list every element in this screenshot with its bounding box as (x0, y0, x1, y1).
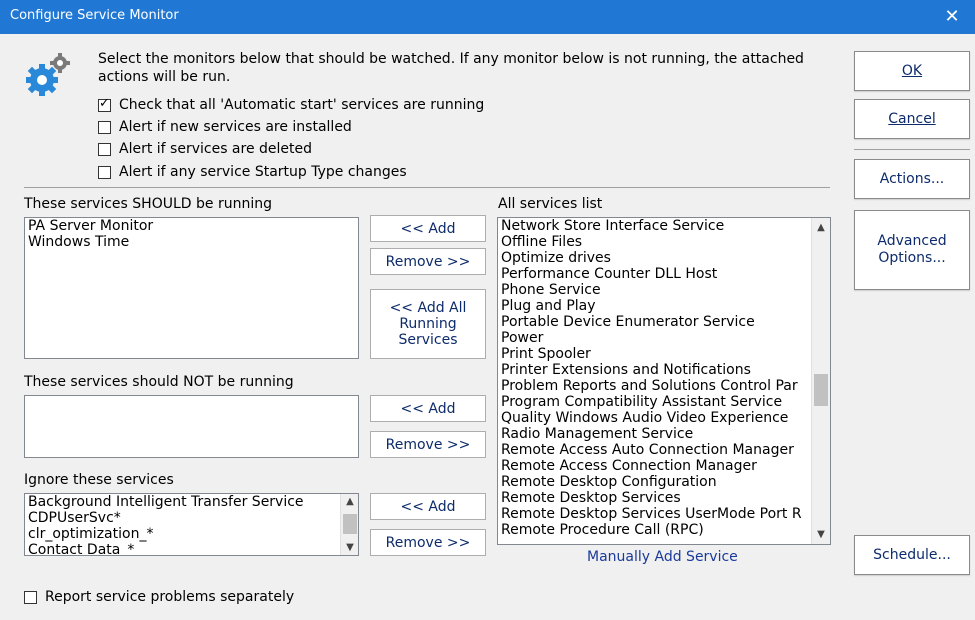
button-label: Actions... (879, 171, 945, 187)
close-icon[interactable]: ✕ (929, 0, 975, 34)
schedule-button[interactable]: Schedule... (854, 535, 970, 575)
checkbox[interactable] (98, 120, 111, 134)
divider (24, 187, 830, 188)
option-automatic-start[interactable]: Check that all 'Automatic start' service… (98, 95, 484, 115)
option-label: Alert if services are deleted (119, 141, 313, 157)
list-item[interactable]: Remote Desktop Configuration (498, 474, 830, 490)
scroll-thumb[interactable] (343, 514, 357, 534)
checkbox[interactable] (24, 590, 37, 604)
list-item[interactable]: Program Compatibility Assistant Service (498, 394, 830, 410)
scroll-down-icon[interactable]: ▼ (341, 542, 358, 553)
should-run-list[interactable]: PA Server Monitor Windows Time (24, 217, 359, 359)
scroll-up-icon[interactable]: ▲ (341, 496, 358, 507)
button-label-line: Options... (878, 250, 946, 266)
checkbox[interactable] (98, 165, 111, 179)
add-all-running-button[interactable]: << Add All Running Services (370, 289, 486, 359)
list-item[interactable]: Power (498, 330, 830, 346)
list-item[interactable]: PA Server Monitor (25, 218, 358, 234)
button-label: << Add (400, 400, 456, 417)
should-run-add-button[interactable]: << Add (370, 215, 486, 242)
list-item[interactable]: Remote Access Auto Connection Manager (498, 442, 830, 458)
button-label: Remove >> (385, 436, 471, 453)
list-item[interactable]: Phone Service (498, 282, 830, 298)
list-item[interactable]: CDPUserSvc* (25, 510, 358, 526)
list-item[interactable]: Background Intelligent Transfer Service (25, 494, 358, 510)
list-item[interactable]: Offline Files (498, 234, 830, 250)
title-bar: Configure Service Monitor ✕ (0, 0, 975, 34)
checkbox[interactable] (98, 96, 111, 112)
list-item[interactable]: Remote Desktop Services UserMode Port R (498, 506, 830, 522)
button-label: << Add (400, 220, 456, 237)
ok-button[interactable]: OK (854, 51, 970, 91)
option-services-deleted[interactable]: Alert if services are deleted (98, 139, 312, 159)
ignore-add-button[interactable]: << Add (370, 493, 486, 520)
manually-add-service-link[interactable]: Manually Add Service (587, 549, 738, 565)
should-run-remove-button[interactable]: Remove >> (370, 248, 486, 275)
actions-button[interactable]: Actions... (854, 159, 970, 199)
window-title: Configure Service Monitor (10, 8, 179, 23)
cancel-button[interactable]: Cancel (854, 99, 970, 139)
button-label: Cancel (888, 111, 936, 127)
all-services-label: All services list (498, 196, 603, 212)
ignore-remove-button[interactable]: Remove >> (370, 529, 486, 556)
should-not-run-remove-button[interactable]: Remove >> (370, 431, 486, 458)
intro-text: Select the monitors below that should be… (98, 51, 804, 85)
divider (854, 149, 970, 150)
list-item[interactable]: Optimize drives (498, 250, 830, 266)
all-services-scrollbar[interactable]: ▲ ▼ (811, 218, 830, 544)
list-item[interactable]: Radio Management Service (498, 426, 830, 442)
button-label: OK (901, 63, 923, 79)
list-item[interactable]: Remote Access Connection Manager (498, 458, 830, 474)
list-item[interactable]: Printer Extensions and Notifications (498, 362, 830, 378)
gear-icon (26, 53, 70, 96)
should-not-run-add-button[interactable]: << Add (370, 395, 486, 422)
option-label: Check that all 'Automatic start' service… (119, 97, 485, 113)
should-not-run-list[interactable] (24, 395, 359, 458)
option-label: Report service problems separately (45, 589, 295, 605)
button-label: Schedule... (873, 547, 951, 563)
should-not-run-label: These services should NOT be running (24, 374, 294, 390)
scroll-thumb[interactable] (814, 374, 828, 406)
button-label: Remove >> (385, 253, 471, 270)
list-item[interactable]: Windows Time (25, 234, 358, 250)
list-item[interactable]: clr_optimization_* (25, 526, 358, 542)
list-item[interactable]: Print Spooler (498, 346, 830, 362)
list-item[interactable]: Portable Device Enumerator Service (498, 314, 830, 330)
list-item[interactable]: Plug and Play (498, 298, 830, 314)
list-item[interactable]: Quality Windows Audio Video Experience (498, 410, 830, 426)
list-item[interactable]: Problem Reports and Solutions Control Pa… (498, 378, 830, 394)
advanced-options-button[interactable]: Advanced Options... (854, 210, 970, 290)
list-item[interactable]: Network Store Interface Service (498, 218, 830, 234)
scroll-up-icon[interactable]: ▲ (812, 222, 830, 233)
option-label: Alert if any service Startup Type change… (119, 164, 407, 180)
list-item[interactable]: Remote Desktop Services (498, 490, 830, 506)
button-label-line: Services (398, 332, 458, 348)
all-services-list[interactable]: Network Store Interface Service Offline … (497, 217, 831, 545)
button-label: Remove >> (385, 534, 471, 551)
ignore-label: Ignore these services (24, 472, 174, 488)
button-label-line: Running (399, 316, 457, 332)
list-item[interactable]: Performance Counter DLL Host (498, 266, 830, 282)
should-run-label: These services SHOULD be running (24, 196, 272, 212)
option-startup-type-changes[interactable]: Alert if any service Startup Type change… (98, 162, 407, 182)
checkbox[interactable] (98, 142, 111, 156)
button-label-line: Advanced (877, 233, 947, 249)
list-item[interactable]: Remote Procedure Call (RPC) (498, 522, 830, 538)
ignore-scrollbar[interactable]: ▲ ▼ (340, 494, 358, 555)
option-label: Alert if new services are installed (119, 119, 352, 135)
button-label-line: << Add All (389, 300, 467, 316)
option-new-services[interactable]: Alert if new services are installed (98, 117, 352, 137)
report-separately-option[interactable]: Report service problems separately (24, 587, 294, 607)
list-item[interactable]: Contact Data_* (25, 542, 358, 555)
ignore-list[interactable]: Background Intelligent Transfer Service … (24, 493, 359, 556)
scroll-down-icon[interactable]: ▼ (812, 529, 830, 540)
button-label: << Add (400, 498, 456, 515)
